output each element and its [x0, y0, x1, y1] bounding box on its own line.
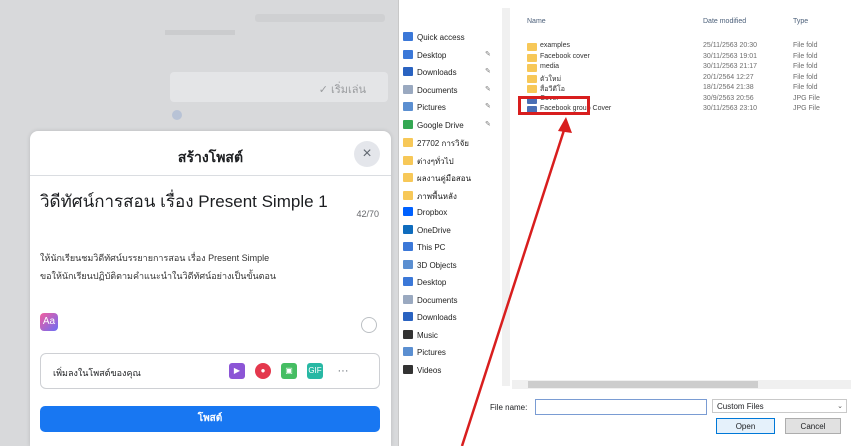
arrow-head: [558, 117, 572, 133]
arrow-line: [460, 123, 568, 446]
red-arrow-annotation: [460, 117, 572, 446]
